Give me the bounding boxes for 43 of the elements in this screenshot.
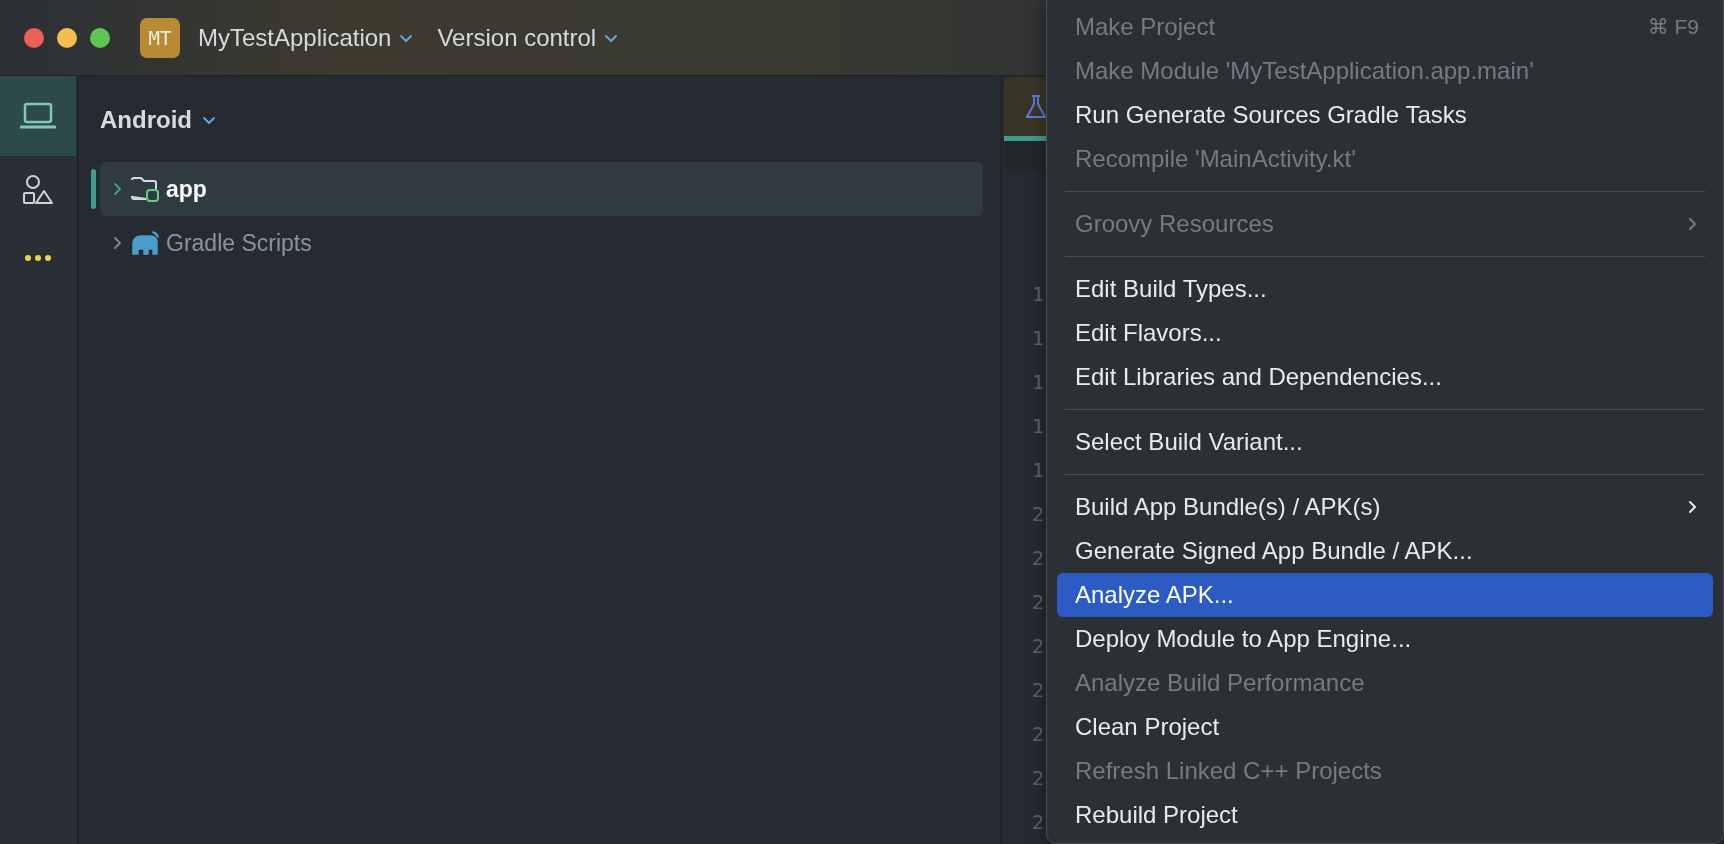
tool-window-button[interactable] xyxy=(0,76,76,156)
line-number: 2 xyxy=(1031,589,1044,616)
selection-marker xyxy=(91,169,96,209)
line-number: 2 xyxy=(1031,721,1044,748)
line-number: 1 xyxy=(1031,325,1044,352)
tree-label: app xyxy=(166,175,207,203)
menu-item[interactable]: Analyze APK... xyxy=(1057,573,1713,617)
menu-item[interactable]: Build App Bundle(s) / APK(s) xyxy=(1057,485,1713,529)
tree-row[interactable]: Gradle Scripts xyxy=(100,216,983,270)
menu-item[interactable]: Edit Flavors... xyxy=(1057,311,1713,355)
project-badge: MT xyxy=(140,17,180,58)
minimize-button[interactable] xyxy=(57,27,77,48)
menu-item[interactable]: Rebuild Project xyxy=(1057,793,1713,837)
line-number: 2 xyxy=(1031,809,1044,836)
menu-item[interactable]: Generate Signed App Bundle / APK... xyxy=(1057,529,1713,573)
line-number: 2 xyxy=(1031,633,1044,660)
line-number: 2 xyxy=(1031,765,1044,792)
shortcut-label: ⌘ F9 xyxy=(1647,15,1699,39)
zoom-button[interactable] xyxy=(90,27,110,48)
vcs-dropdown[interactable]: Version control xyxy=(431,23,625,52)
laptop-icon xyxy=(20,101,56,131)
line-number: 2 xyxy=(1031,545,1044,572)
folder-icon xyxy=(130,175,160,203)
menu-item[interactable]: Edit Build Types... xyxy=(1057,267,1713,311)
elephant-icon xyxy=(130,230,160,256)
tree-label: Gradle Scripts xyxy=(166,229,312,257)
view-selector[interactable]: Android xyxy=(100,76,216,162)
menu-item[interactable]: Clean Project xyxy=(1057,705,1713,749)
close-button[interactable] xyxy=(24,27,44,48)
line-number: 2 xyxy=(1031,501,1044,528)
line-number: 1 xyxy=(1031,457,1044,484)
line-number: 1 xyxy=(1031,281,1044,308)
project-dropdown[interactable]: MyTestApplication xyxy=(192,23,420,52)
menu-item[interactable]: Select Build Variant... xyxy=(1057,420,1713,464)
flask-icon xyxy=(1024,93,1048,120)
line-number: 1 xyxy=(1031,369,1044,396)
more-icon xyxy=(24,254,52,262)
line-number: 1 xyxy=(1031,413,1044,440)
menu-item[interactable]: Edit Libraries and Dependencies... xyxy=(1057,355,1713,399)
menu-item[interactable]: Run Generate Sources Gradle Tasks xyxy=(1057,93,1713,137)
line-number: 2 xyxy=(1031,677,1044,704)
menu-item[interactable]: Deploy Module to App Engine... xyxy=(1057,617,1713,661)
shapes-icon xyxy=(22,174,54,206)
